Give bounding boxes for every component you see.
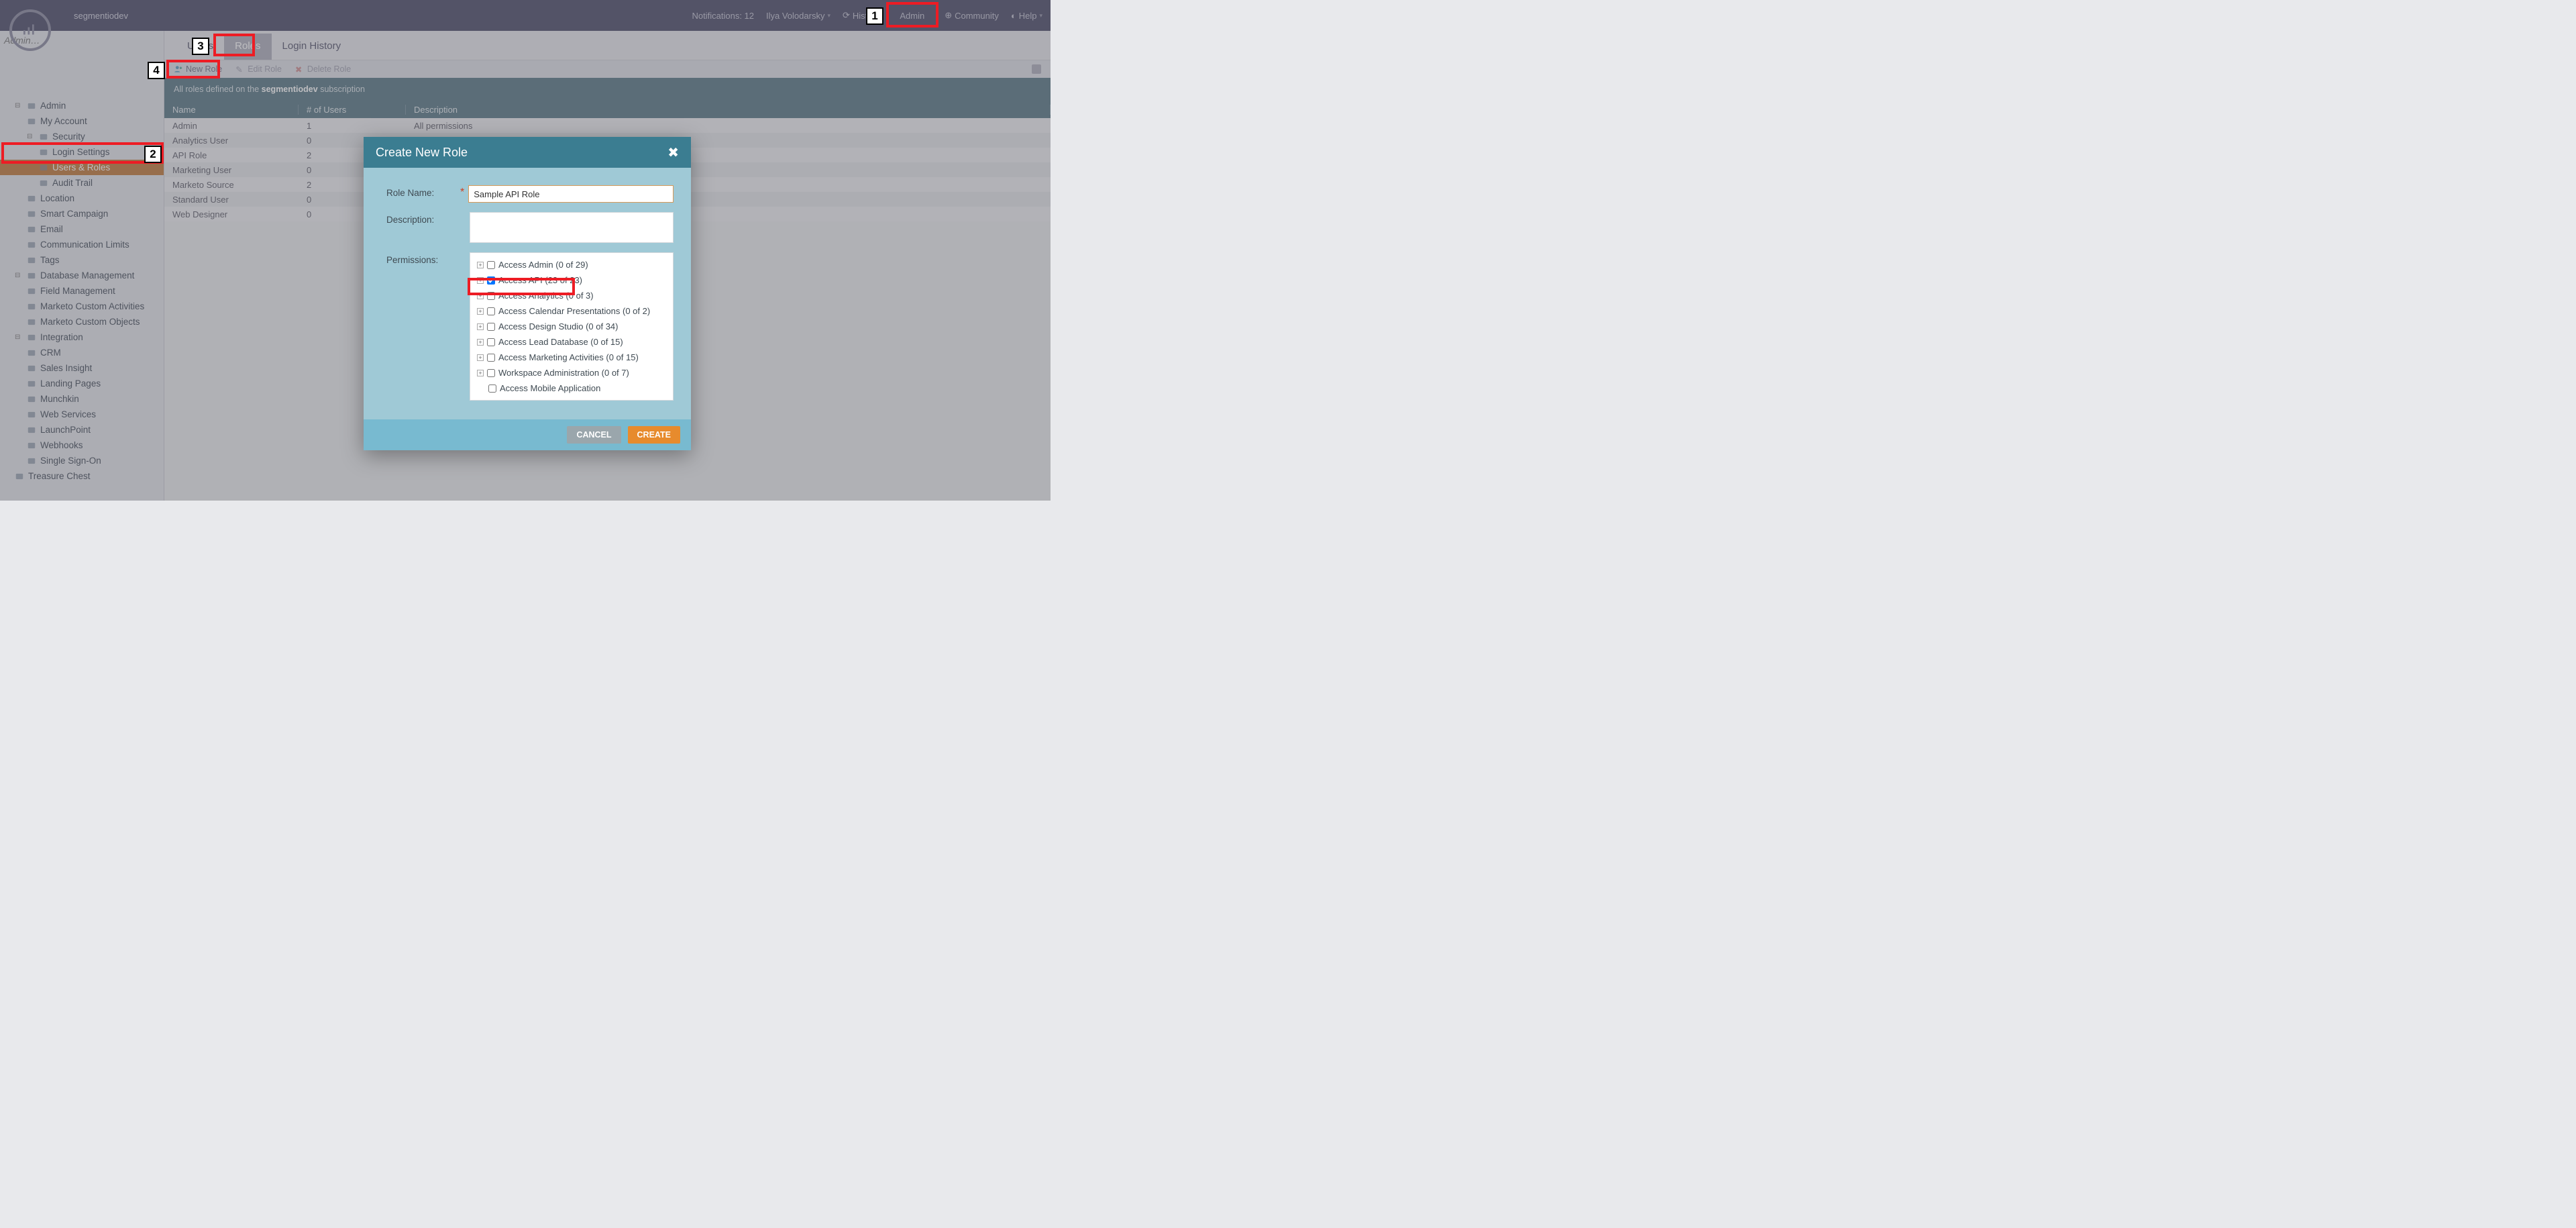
permission-checkbox[interactable]	[487, 323, 495, 331]
permission-item[interactable]: + Access Marketing Activities (0 of 15)	[476, 350, 667, 365]
expand-icon[interactable]: +	[477, 370, 484, 376]
permission-label: Workspace Administration (0 of 7)	[498, 368, 629, 378]
role-name-input[interactable]	[468, 185, 674, 203]
permission-checkbox[interactable]	[487, 307, 495, 315]
permission-label: Access Design Studio (0 of 34)	[498, 321, 618, 331]
permission-item[interactable]: Access Mobile Application	[476, 380, 667, 396]
expand-icon[interactable]: +	[477, 323, 484, 330]
permission-checkbox[interactable]	[487, 276, 495, 285]
permission-label: Access Mobile Application	[500, 383, 600, 393]
permission-item[interactable]: + Access Calendar Presentations (0 of 2)	[476, 303, 667, 319]
permission-item[interactable]: + Workspace Administration (0 of 7)	[476, 365, 667, 380]
permission-checkbox[interactable]	[487, 261, 495, 269]
permission-item[interactable]: + Access Design Studio (0 of 34)	[476, 319, 667, 334]
required-asterisk: *	[460, 187, 464, 199]
expand-icon[interactable]: +	[477, 308, 484, 315]
expand-icon[interactable]: +	[477, 339, 484, 346]
expand-icon[interactable]: +	[477, 262, 484, 268]
close-icon[interactable]: ✖	[667, 144, 679, 161]
permissions-label: Permissions:	[386, 252, 460, 265]
dialog-footer: CANCEL CREATE	[364, 419, 691, 450]
cancel-button[interactable]: CANCEL	[567, 426, 621, 444]
permission-label: Access Lead Database (0 of 15)	[498, 337, 623, 347]
role-name-label: Role Name:	[386, 185, 460, 198]
description-input[interactable]	[470, 212, 674, 243]
permission-item[interactable]: + Access Admin (0 of 29)	[476, 257, 667, 272]
dialog-title: Create New Role	[376, 146, 468, 160]
permission-label: Access Admin (0 of 29)	[498, 260, 588, 270]
permission-label: Access Calendar Presentations (0 of 2)	[498, 306, 650, 316]
permission-checkbox[interactable]	[487, 369, 495, 377]
permission-label: Access Marketing Activities (0 of 15)	[498, 352, 639, 362]
permissions-tree[interactable]: + Access Admin (0 of 29) + Access API (23 o…	[470, 252, 674, 401]
create-button[interactable]: CREATE	[628, 426, 680, 444]
permission-label: Access Analytics (0 of 3)	[498, 291, 594, 301]
permission-checkbox[interactable]	[487, 292, 495, 300]
description-label: Description:	[386, 212, 460, 225]
expand-icon[interactable]: +	[477, 277, 484, 284]
permission-item[interactable]: + Access Lead Database (0 of 15)	[476, 334, 667, 350]
permission-item[interactable]: + Access Analytics (0 of 3)	[476, 288, 667, 303]
permission-checkbox[interactable]	[488, 385, 496, 393]
expand-icon[interactable]: +	[477, 293, 484, 299]
permission-checkbox[interactable]	[487, 354, 495, 362]
dialog-header: Create New Role ✖	[364, 137, 691, 168]
expand-icon[interactable]: +	[477, 354, 484, 361]
permission-checkbox[interactable]	[487, 338, 495, 346]
permission-item[interactable]: + Access API (23 of 23)	[476, 272, 667, 288]
create-role-dialog: Create New Role ✖ Role Name: * Descripti…	[364, 137, 691, 450]
permission-label: Access API (23 of 23)	[498, 275, 582, 285]
